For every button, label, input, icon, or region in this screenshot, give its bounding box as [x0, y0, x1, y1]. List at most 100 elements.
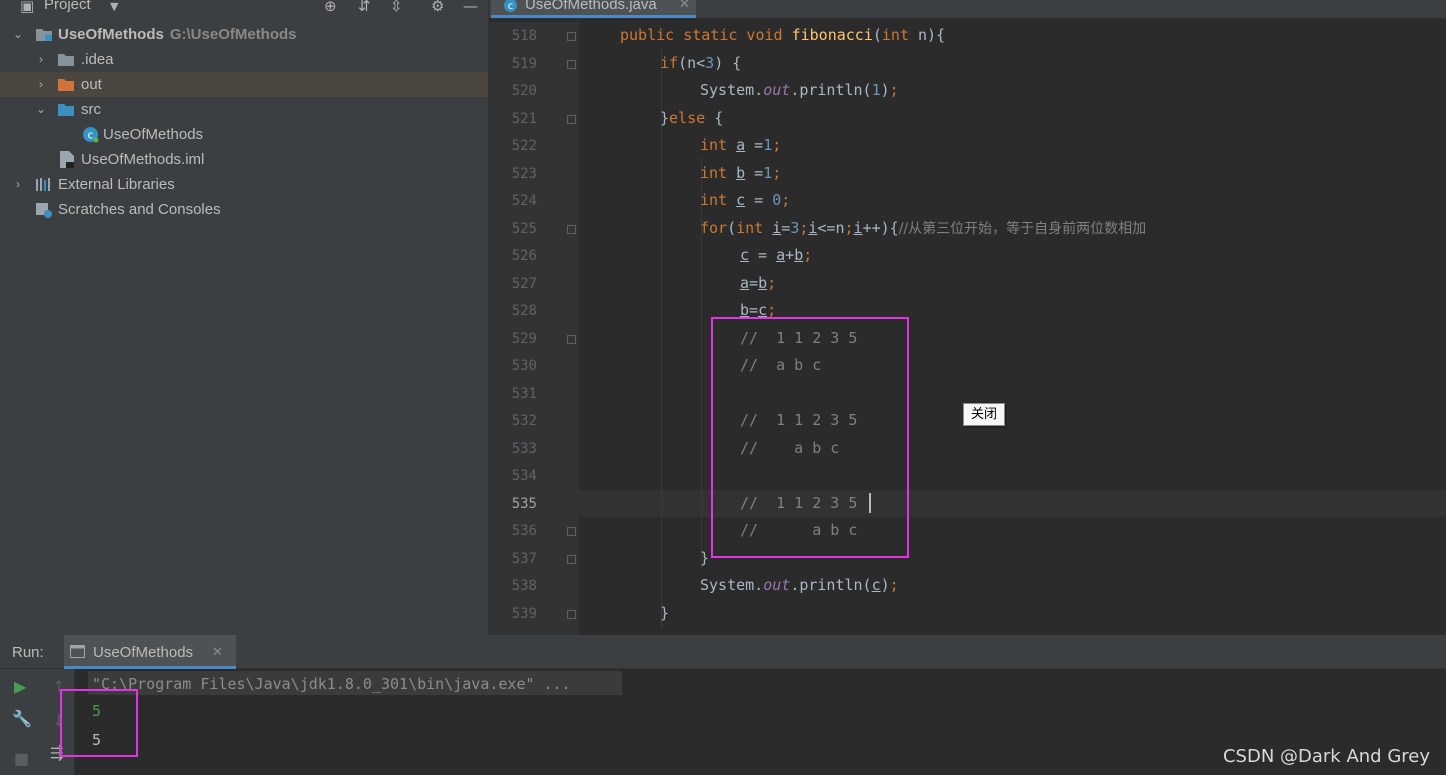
- line-number: 532: [511, 413, 537, 429]
- run-toolbar: ▶ 🔧 ■: [0, 669, 44, 775]
- tree-item-label: Scratches and Consoles: [58, 201, 221, 218]
- tree-item-out[interactable]: › out: [0, 72, 488, 97]
- tree-item-src[interactable]: ⌄ src: [0, 97, 488, 122]
- code-line[interactable]: for(int i=3;i<=n;i++){//从第三位开始，等于自身前两位数相…: [700, 215, 1146, 242]
- close-tooltip[interactable]: 关闭: [963, 403, 1005, 426]
- code-line[interactable]: System.out.println(1);: [700, 77, 899, 104]
- indent-guide: [661, 48, 662, 628]
- code-editor[interactable]: c UseOfMethods.java ✕ 518 519 520 521 52…: [488, 0, 1446, 635]
- fold-marker-icon[interactable]: [567, 60, 576, 69]
- dropdown-arrow-icon[interactable]: ▼: [110, 0, 118, 13]
- line-number: 536: [511, 523, 537, 539]
- line-number: 537: [511, 551, 537, 567]
- line-number: 530: [511, 358, 537, 374]
- fold-marker-icon[interactable]: [567, 610, 576, 619]
- tree-item-label: .idea: [81, 51, 114, 68]
- project-title[interactable]: Project: [44, 0, 91, 13]
- fold-marker-icon[interactable]: [567, 335, 576, 344]
- tree-item-label: UseOfMethods: [103, 126, 204, 143]
- tree-item-scratches[interactable]: Scratches and Consoles: [0, 197, 488, 222]
- tree-item-project-root[interactable]: ⌄ UseOfMethods G:\UseOfMethods: [0, 22, 488, 47]
- chevron-right-icon[interactable]: ›: [35, 47, 47, 72]
- tree-item-external-libraries[interactable]: › External Libraries: [0, 172, 488, 197]
- code-line[interactable]: int c = 0;: [700, 187, 790, 214]
- fold-marker-icon[interactable]: [567, 225, 576, 234]
- line-number: 520: [511, 83, 537, 99]
- source-folder-icon: [58, 104, 74, 116]
- chevron-right-icon[interactable]: ›: [35, 72, 47, 97]
- line-number: 519: [511, 56, 537, 72]
- code-line[interactable]: System.out.println(c);: [700, 572, 899, 599]
- run-header: Run: UseOfMethods ✕: [0, 635, 1446, 669]
- code-line[interactable]: int a =1;: [700, 132, 781, 159]
- code-line[interactable]: public static void fibonacci(int n){: [620, 22, 945, 49]
- close-icon[interactable]: ✕: [679, 0, 690, 12]
- line-number: 533: [511, 441, 537, 457]
- chevron-down-icon[interactable]: ⌄: [12, 22, 24, 47]
- annotation-highlight-box: [711, 317, 909, 558]
- line-number: 527: [511, 276, 537, 292]
- tab-useofmethods-java[interactable]: c UseOfMethods.java ✕: [491, 0, 696, 18]
- run-label: Run:: [12, 644, 44, 661]
- tree-item-label: src: [81, 101, 101, 118]
- run-tab-useofmethods[interactable]: UseOfMethods ✕: [64, 635, 236, 669]
- tree-item-idea[interactable]: › .idea: [0, 47, 488, 72]
- code-line[interactable]: }: [660, 600, 669, 627]
- line-number-current: 535: [511, 496, 537, 512]
- project-folder-icon: [36, 29, 52, 41]
- fold-marker-icon[interactable]: [567, 555, 576, 564]
- line-number: 538: [511, 578, 537, 594]
- editor-tab-bar: c UseOfMethods.java ✕: [489, 0, 1446, 19]
- line-number: 521: [511, 111, 537, 127]
- code-line[interactable]: int b =1;: [700, 160, 781, 187]
- libraries-icon: [36, 178, 50, 191]
- collapse-all-icon[interactable]: ⇳: [390, 0, 403, 15]
- line-number: 529: [511, 331, 537, 347]
- line-number: 524: [511, 193, 537, 209]
- line-number: 525: [511, 221, 537, 237]
- tab-label: UseOfMethods.java: [525, 0, 657, 13]
- tree-item-useofmethods-class[interactable]: c UseOfMethods: [0, 122, 488, 147]
- svg-text:c: c: [87, 129, 93, 142]
- line-number: 534: [511, 468, 537, 484]
- line-number: 523: [511, 166, 537, 182]
- console-icon: [70, 645, 85, 658]
- gear-icon[interactable]: ⚙: [431, 0, 444, 15]
- run-tab-label: UseOfMethods: [93, 644, 194, 661]
- fold-marker-icon[interactable]: [567, 115, 576, 124]
- close-icon[interactable]: ✕: [212, 645, 223, 660]
- java-class-icon: c: [83, 127, 99, 143]
- current-line-highlight: [579, 490, 1446, 517]
- code-line[interactable]: if(n<3) {: [660, 50, 741, 77]
- watermark: CSDN @Dark And Grey: [1222, 746, 1430, 767]
- expand-all-icon[interactable]: ⇵: [358, 0, 371, 15]
- iml-file-icon: [60, 151, 74, 168]
- hide-panel-icon[interactable]: —: [463, 0, 478, 15]
- code-line[interactable]: }: [700, 545, 709, 572]
- project-header: ▣ Project ▼ ⊕ ⇵ ⇳ ⚙ —: [0, 0, 488, 18]
- line-number: 522: [511, 138, 537, 154]
- annotation-highlight-box: [60, 689, 138, 757]
- line-number: 518: [511, 28, 537, 44]
- fold-marker-icon[interactable]: [567, 32, 576, 41]
- stop-icon[interactable]: ■: [14, 749, 29, 768]
- line-number: 539: [511, 606, 537, 622]
- tree-item-label: out: [81, 76, 102, 93]
- folder-icon: [58, 54, 74, 66]
- wrench-icon[interactable]: 🔧: [12, 709, 32, 728]
- locate-icon[interactable]: ⊕: [324, 0, 337, 15]
- chevron-right-icon[interactable]: ›: [12, 172, 24, 197]
- tree-item-label: External Libraries: [58, 176, 175, 193]
- code-line[interactable]: }else {: [660, 105, 723, 132]
- project-panel: ▣ Project ▼ ⊕ ⇵ ⇳ ⚙ — ⌄ UseOfMethods G:\U…: [0, 0, 488, 635]
- project-view-icon: ▣: [20, 0, 35, 15]
- line-number: 526: [511, 248, 537, 264]
- code-line[interactable]: a=b;: [740, 270, 776, 297]
- java-class-icon: c: [504, 0, 517, 12]
- fold-marker-icon[interactable]: [567, 527, 576, 536]
- code-line[interactable]: c = a+b;: [740, 242, 812, 269]
- tree-item-iml[interactable]: UseOfMethods.iml: [0, 147, 488, 172]
- run-icon[interactable]: ▶: [14, 677, 26, 696]
- chevron-down-icon[interactable]: ⌄: [35, 97, 47, 122]
- line-number: 531: [511, 386, 537, 402]
